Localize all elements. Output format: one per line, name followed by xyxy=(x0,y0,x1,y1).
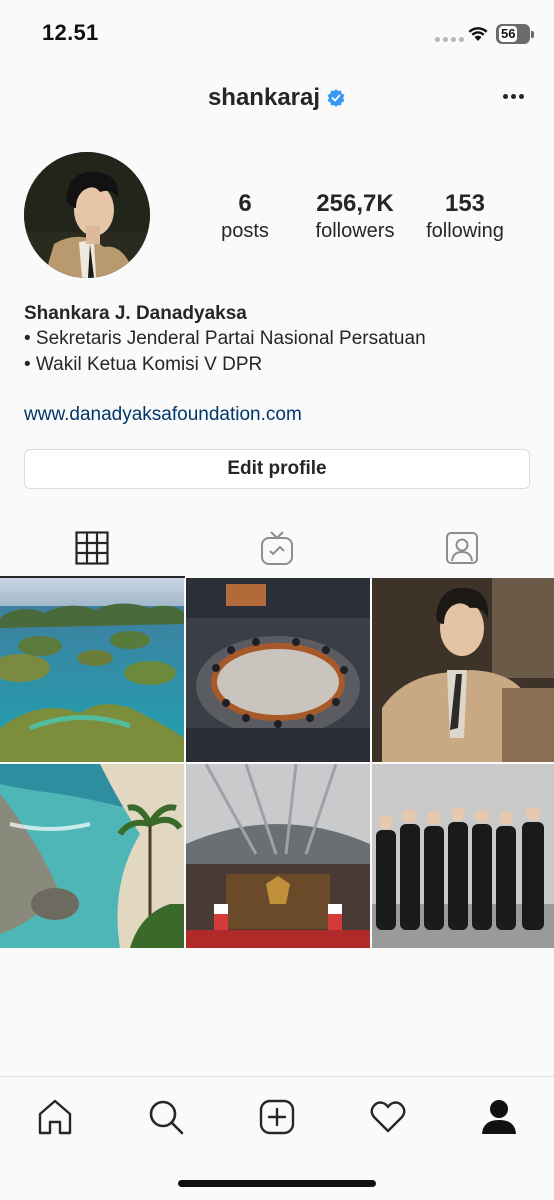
status-time: 12.51 xyxy=(42,20,99,45)
nav-search[interactable] xyxy=(146,1097,186,1137)
post-tile-coast[interactable] xyxy=(0,764,184,948)
post-tile-islands[interactable] xyxy=(0,578,184,762)
profile-header: shankaraj xyxy=(0,80,554,120)
tab-igtv[interactable] xyxy=(185,518,370,578)
verified-badge-icon xyxy=(327,89,345,107)
avatar[interactable] xyxy=(24,152,150,278)
home-indicator xyxy=(178,1180,376,1187)
username: shankaraj xyxy=(207,84,321,111)
profile-stats: 6 posts 256,7K followers 153 following xyxy=(190,190,520,244)
posts-label: posts xyxy=(221,220,269,242)
more-options-icon[interactable] xyxy=(503,94,524,99)
tab-posts-grid[interactable] xyxy=(0,518,185,578)
nav-new-post[interactable] xyxy=(257,1097,297,1137)
post-tile-council[interactable] xyxy=(186,578,370,762)
following-stat[interactable]: 153 following xyxy=(410,190,520,244)
bio-line: • Sekretaris Jenderal Partai Nasional Pe… xyxy=(24,328,426,349)
wifi-icon xyxy=(466,22,490,47)
post-tile-portrait[interactable] xyxy=(372,578,554,762)
tagged-icon xyxy=(445,532,478,564)
followers-stat[interactable]: 256,7K followers xyxy=(300,190,410,244)
profile-name: Shankara J. Danadyaksa xyxy=(24,303,247,324)
posts-grid xyxy=(0,578,554,948)
battery-level: 56 xyxy=(499,26,518,42)
home-icon xyxy=(38,1099,72,1135)
battery-icon: 56 xyxy=(496,24,534,44)
nav-profile[interactable] xyxy=(479,1097,519,1137)
profile-icon xyxy=(482,1100,516,1134)
posts-count: 6 xyxy=(238,190,252,217)
bio-line: • Wakil Ketua Komisi V DPR xyxy=(24,354,263,375)
signal-icon xyxy=(435,37,464,42)
nav-activity[interactable] xyxy=(368,1097,408,1137)
following-count: 153 xyxy=(444,190,486,217)
post-tile-parliament[interactable] xyxy=(186,764,370,948)
profile-tabs xyxy=(0,518,554,578)
bio: Shankara J. Danadyaksa • Sekretaris Jend… xyxy=(24,302,534,378)
followers-count: 256,7K xyxy=(316,190,394,217)
tab-tagged[interactable] xyxy=(369,518,554,578)
search-icon xyxy=(149,1100,184,1135)
new-post-icon xyxy=(259,1099,295,1135)
igtv-icon xyxy=(261,531,293,565)
following-label: following xyxy=(426,220,504,242)
status-bar: 12.51 56 xyxy=(0,0,554,66)
nav-home[interactable] xyxy=(35,1097,75,1137)
edit-profile-button[interactable]: Edit profile xyxy=(24,449,530,489)
posts-stat[interactable]: 6 posts xyxy=(190,190,300,244)
post-tile-group[interactable] xyxy=(372,764,554,948)
followers-label: followers xyxy=(315,220,395,242)
activity-heart-icon xyxy=(370,1101,406,1133)
website-link[interactable]: www.danadyaksafoundation.com xyxy=(24,404,302,426)
grid-icon xyxy=(75,531,109,565)
